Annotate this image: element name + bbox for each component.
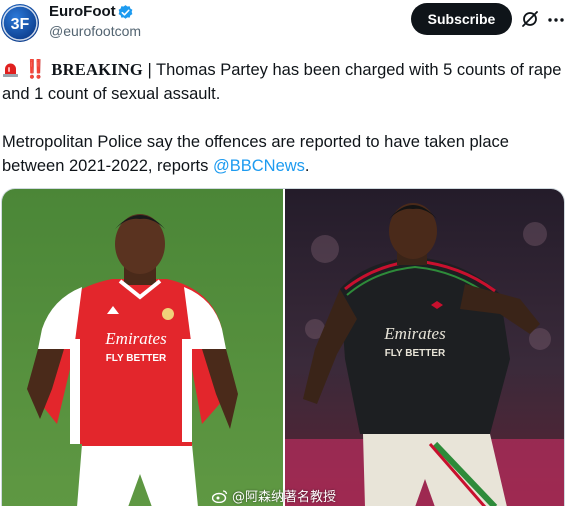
photo-partey-home-kit[interactable]: Emirates FLY BETTER: [2, 189, 283, 506]
more-icon[interactable]: [546, 10, 566, 30]
photo-partey-away-kit[interactable]: Emirates FLY BETTER: [285, 189, 565, 506]
right-shirt-sponsor: Emirates: [383, 324, 446, 343]
eurofoot-logo-icon: 3F: [2, 5, 38, 41]
verified-badge-icon: [118, 5, 133, 19]
display-name[interactable]: EuroFoot: [49, 3, 116, 20]
post-line-2-end: .: [304, 157, 310, 175]
post-paragraph-1: ‼️ BREAKING | Thomas Partey has been char…: [2, 57, 562, 106]
svg-text:3F: 3F: [11, 16, 30, 33]
avatar[interactable]: 3F: [1, 4, 39, 42]
siren-emoji-icon: [3, 63, 18, 77]
grok-icon[interactable]: [520, 9, 540, 29]
right-shirt-tagline: FLY BETTER: [385, 348, 446, 359]
weibo-icon: [212, 489, 228, 503]
post-media[interactable]: Emirates FLY BETTER Emirates FLY BETTER …: [1, 188, 565, 506]
double-exclamation-emoji: ‼️: [24, 59, 46, 79]
subscribe-button[interactable]: Subscribe: [411, 3, 512, 35]
weibo-watermark: @阿森纳著名教授: [212, 486, 336, 505]
breaking-label: BREAKING: [51, 60, 143, 79]
watermark-text: @阿森纳著名教授: [232, 490, 337, 505]
left-shirt-sponsor: Emirates: [104, 329, 167, 348]
post-paragraph-2: Metropolitan Police say the offences are…: [2, 130, 562, 178]
post-text: ‼️ BREAKING | Thomas Partey has been char…: [2, 57, 562, 202]
bbcnews-mention-link[interactable]: @BBCNews: [213, 157, 305, 175]
post-header: 3F EuroFoot @eurofootcom Subscribe: [0, 0, 567, 46]
left-shirt-tagline: FLY BETTER: [106, 353, 167, 364]
handle[interactable]: @eurofootcom: [49, 23, 141, 39]
